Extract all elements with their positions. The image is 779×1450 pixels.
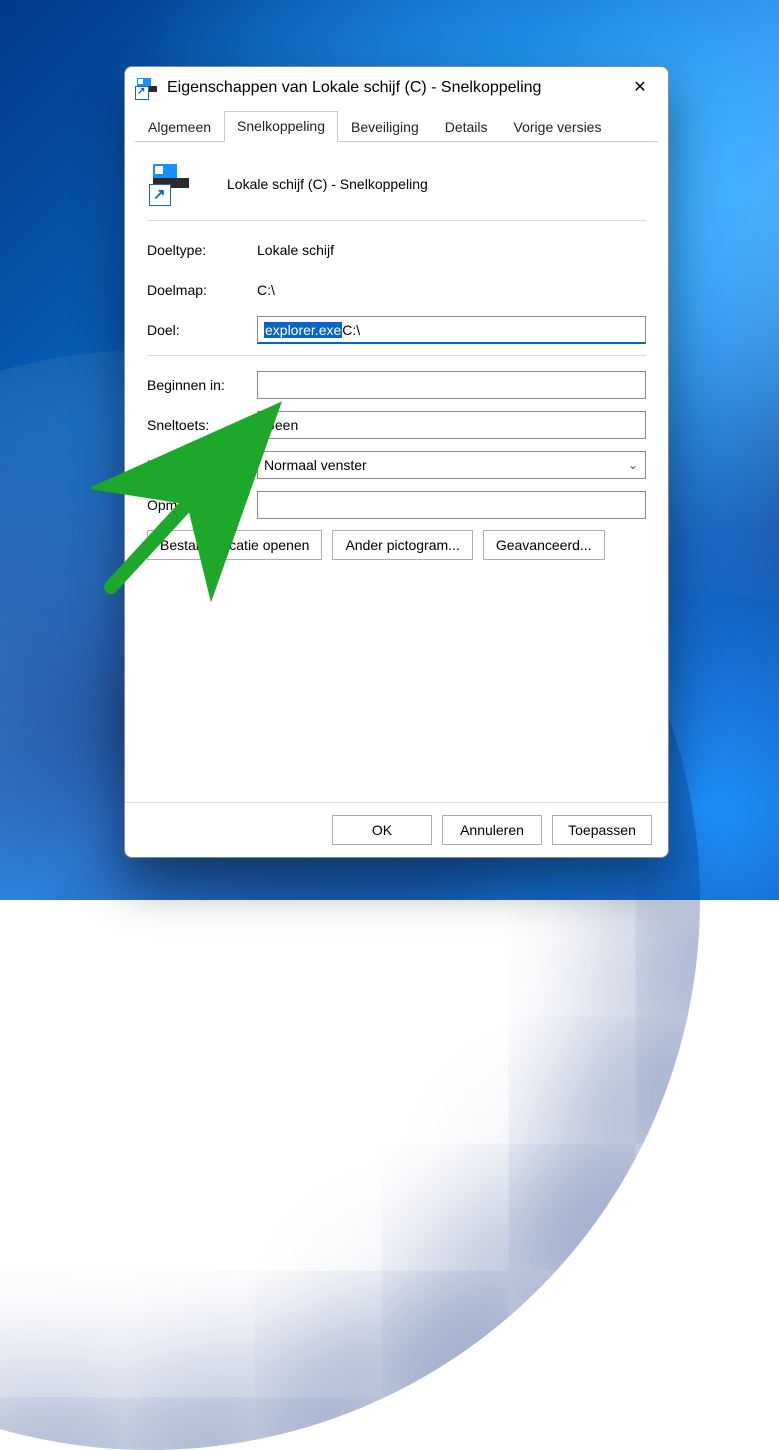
label-comment: Opmerking: xyxy=(147,497,257,513)
open-file-location-button[interactable]: Bestandslocatie openen xyxy=(147,530,322,560)
value-target-type: Lokale schijf xyxy=(257,242,646,258)
row-target: Doel: explorer.exe C:\ xyxy=(147,315,646,345)
value-target-dir: C:\ xyxy=(257,282,646,298)
shortcut-large-icon xyxy=(149,162,193,206)
start-in-input[interactable] xyxy=(257,371,646,399)
run-select[interactable]: Normaal venster xyxy=(257,451,646,479)
close-button[interactable]: ✕ xyxy=(620,73,660,103)
row-target-dir: Doelmap: C:\ xyxy=(147,275,646,305)
label-target-dir: Doelmap: xyxy=(147,282,257,298)
tab-body: Lokale schijf (C) - Snelkoppeling Doelty… xyxy=(125,142,668,802)
tab-beveiliging[interactable]: Beveiliging xyxy=(338,112,432,142)
row-target-type: Doeltype: Lokale schijf xyxy=(147,235,646,265)
row-start-in: Beginnen in: xyxy=(147,370,646,400)
titlebar[interactable]: Eigenschappen van Lokale schijf (C) - Sn… xyxy=(125,67,668,109)
change-icon-button[interactable]: Ander pictogram... xyxy=(332,530,472,560)
row-shortcut-key: Sneltoets: xyxy=(147,410,646,440)
chevron-down-icon: ⌄ xyxy=(628,458,638,472)
tab-vorige-versies[interactable]: Vorige versies xyxy=(501,112,615,142)
row-comment: Opmerking: xyxy=(147,490,646,520)
dialog-footer: OK Annuleren Toepassen xyxy=(125,802,668,857)
label-target: Doel: xyxy=(147,322,257,338)
target-selected-text: explorer.exe xyxy=(264,322,342,338)
button-row: Bestandslocatie openen Ander pictogram..… xyxy=(147,530,646,560)
label-target-type: Doeltype: xyxy=(147,242,257,258)
window-title: Eigenschappen van Lokale schijf (C) - Sn… xyxy=(167,79,620,97)
separator xyxy=(147,355,646,356)
properties-dialog: Eigenschappen van Lokale schijf (C) - Sn… xyxy=(124,66,669,858)
label-run: Uitvoeren: xyxy=(147,457,257,473)
advanced-button[interactable]: Geavanceerd... xyxy=(483,530,605,560)
label-start-in: Beginnen in: xyxy=(147,377,257,393)
separator xyxy=(147,220,646,221)
header-row: Lokale schijf (C) - Snelkoppeling xyxy=(149,162,646,206)
shortcut-file-icon xyxy=(135,76,159,100)
tab-snelkoppeling[interactable]: Snelkoppeling xyxy=(224,111,338,142)
target-rest-text: C:\ xyxy=(342,322,360,338)
run-select-value: Normaal venster xyxy=(264,457,367,473)
shortcut-key-input[interactable] xyxy=(257,411,646,439)
target-input[interactable]: explorer.exe C:\ xyxy=(257,316,646,344)
tab-strip: Algemeen Snelkoppeling Beveiliging Detai… xyxy=(125,109,668,141)
tab-algemeen[interactable]: Algemeen xyxy=(135,112,224,142)
row-run: Uitvoeren: Normaal venster ⌄ xyxy=(147,450,646,480)
tab-details[interactable]: Details xyxy=(432,112,501,142)
close-icon: ✕ xyxy=(633,80,646,96)
shortcut-name: Lokale schijf (C) - Snelkoppeling xyxy=(227,176,428,192)
apply-button[interactable]: Toepassen xyxy=(552,815,652,845)
comment-input[interactable] xyxy=(257,491,646,519)
label-shortcut-key: Sneltoets: xyxy=(147,417,257,433)
ok-button[interactable]: OK xyxy=(332,815,432,845)
cancel-button[interactable]: Annuleren xyxy=(442,815,542,845)
